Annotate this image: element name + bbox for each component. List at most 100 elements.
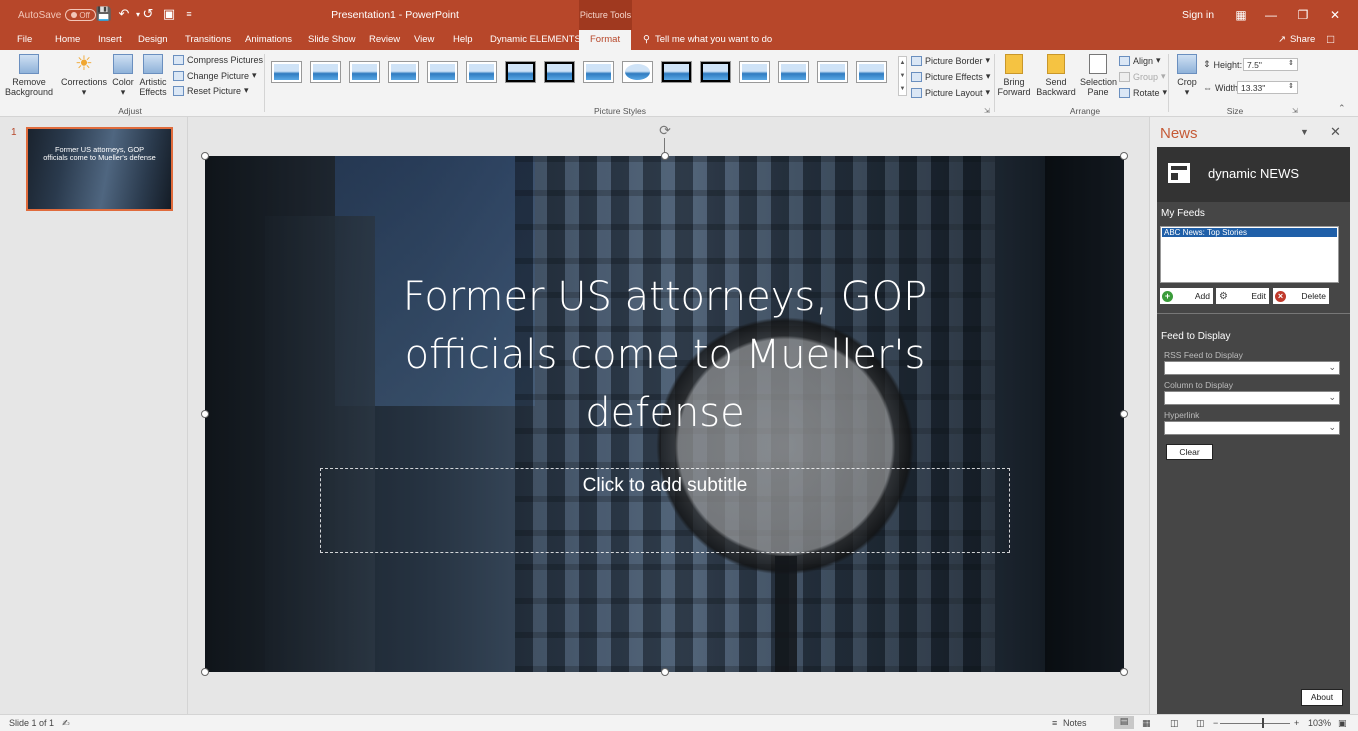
picture-style-metal-frame[interactable] xyxy=(661,61,692,83)
slideshow-icon[interactable]: ◫ xyxy=(1196,718,1205,729)
accessibility-icon[interactable]: ✍ xyxy=(62,718,70,729)
artistic-effects-button[interactable]: Artistic Effects xyxy=(138,54,168,97)
tab-design[interactable]: Design xyxy=(138,34,168,45)
selection-pane-button[interactable]: Selection Pane xyxy=(1080,54,1117,97)
edit-feed-button[interactable]: ⚙ Edit xyxy=(1216,288,1269,304)
tell-me-search[interactable]: ⚲ Tell me what you want to do xyxy=(643,34,772,45)
tab-file[interactable]: File xyxy=(17,34,32,45)
picture-style-beveled-oval[interactable] xyxy=(583,61,614,83)
about-button[interactable]: About xyxy=(1301,689,1343,706)
picture-style-simple-frame-black[interactable] xyxy=(544,61,575,83)
picture-style-simple-frame-white[interactable] xyxy=(271,61,302,83)
collapse-ribbon-icon[interactable]: ⌃ xyxy=(1338,103,1346,114)
crop-button[interactable]: Crop ▾ xyxy=(1172,54,1202,97)
feeds-list[interactable]: ABC News: Top Stories xyxy=(1160,226,1339,283)
column-select[interactable]: ⌄ xyxy=(1164,391,1340,405)
picture-style-bevel-perspective[interactable] xyxy=(856,61,887,83)
autosave-control[interactable]: AutoSave Off xyxy=(18,9,96,21)
zoom-level[interactable]: 103% xyxy=(1308,718,1331,728)
rss-feed-select[interactable]: ⌄ xyxy=(1164,361,1340,375)
rotate-handle-icon[interactable]: ⟳ xyxy=(657,122,673,138)
compress-pictures-button[interactable]: Compress Pictures xyxy=(173,55,263,65)
slide-title[interactable]: Former US attorneys, GOP officials come … xyxy=(335,268,995,442)
redo-icon[interactable]: ↺ xyxy=(140,6,156,22)
picture-style-rounded-diagonal[interactable] xyxy=(388,61,419,83)
width-input[interactable]: 13.33" ⇕ xyxy=(1237,81,1298,94)
picture-style-thick-matte-black[interactable] xyxy=(505,61,536,83)
corrections-button[interactable]: ☀ Corrections ▾ xyxy=(60,54,108,97)
tab-help[interactable]: Help xyxy=(453,34,473,45)
picture-style-center-shadow[interactable] xyxy=(700,61,731,83)
reading-view-icon[interactable]: ◫ xyxy=(1170,718,1179,729)
pane-options-icon[interactable]: ▼ xyxy=(1300,127,1309,137)
spinner-icon[interactable]: ⇕ xyxy=(1288,59,1294,67)
reset-picture-button[interactable]: Reset Picture ▾ xyxy=(173,85,249,96)
zoom-in-icon[interactable]: + xyxy=(1294,718,1299,728)
comments-icon[interactable]: □ xyxy=(1327,32,1334,46)
notes-button[interactable]: Notes xyxy=(1063,718,1087,728)
start-from-beginning-icon[interactable]: ▣ xyxy=(161,6,177,22)
bring-forward-button[interactable]: Bring Forward xyxy=(996,54,1032,97)
picture-styles-launcher-icon[interactable]: ⇲ xyxy=(984,107,990,115)
tab-animations[interactable]: Animations xyxy=(245,34,292,45)
picture-style-oval[interactable] xyxy=(622,61,653,83)
minimize-icon[interactable]: — xyxy=(1258,3,1284,27)
close-pane-icon[interactable]: ✕ xyxy=(1330,124,1341,140)
zoom-slider[interactable] xyxy=(1220,723,1290,724)
zoom-slider-thumb[interactable] xyxy=(1262,718,1264,728)
picture-style-double-frame[interactable] xyxy=(466,61,497,83)
tab-home[interactable]: Home xyxy=(55,34,80,45)
tab-format[interactable]: Format xyxy=(579,30,632,50)
color-button[interactable]: Color ▾ xyxy=(110,54,136,97)
subtitle-placeholder[interactable]: Click to add subtitle xyxy=(320,468,1010,553)
picture-style-soft-edge-oval[interactable] xyxy=(817,61,848,83)
resize-handle[interactable] xyxy=(661,152,669,160)
height-input[interactable]: 7.5" ⇕ xyxy=(1243,58,1298,71)
sign-in-link[interactable]: Sign in xyxy=(1182,9,1214,21)
send-backward-button[interactable]: Send Backward xyxy=(1035,54,1077,97)
normal-view-icon[interactable]: ▤ xyxy=(1114,716,1134,729)
picture-layout-button[interactable]: Picture Layout ▾ xyxy=(911,87,990,98)
picture-style-drop-shadow-rectangle[interactable] xyxy=(349,61,380,83)
tab-view[interactable]: View xyxy=(414,34,434,45)
hyperlink-select[interactable]: ⌄ xyxy=(1164,421,1340,435)
tab-insert[interactable]: Insert xyxy=(98,34,122,45)
resize-handle[interactable] xyxy=(1120,152,1128,160)
gallery-scroll[interactable]: ▲ ▼ ▼ xyxy=(898,56,907,96)
picture-effects-button[interactable]: Picture Effects ▾ xyxy=(911,71,990,82)
change-picture-button[interactable]: Change Picture ▾ xyxy=(173,70,257,81)
remove-background-button[interactable]: Remove Background xyxy=(3,54,55,97)
resize-handle[interactable] xyxy=(201,152,209,160)
picture-border-button[interactable]: Picture Border ▾ xyxy=(911,55,990,66)
notes-icon[interactable]: ≡ xyxy=(1052,718,1057,728)
close-icon[interactable]: ✕ xyxy=(1322,3,1348,27)
fit-to-window-icon[interactable]: ▣ xyxy=(1338,718,1347,729)
spinner-icon[interactable]: ⇕ xyxy=(1288,82,1294,90)
picture-style-beveled-matte-white[interactable] xyxy=(310,61,341,83)
tab-dynamic-elements[interactable]: Dynamic ELEMENTS xyxy=(490,34,581,45)
clear-button[interactable]: Clear xyxy=(1166,444,1213,460)
resize-handle[interactable] xyxy=(1120,410,1128,418)
picture-style-relaxed-perspective[interactable] xyxy=(778,61,809,83)
rotate-button[interactable]: Rotate ▾ xyxy=(1119,87,1167,98)
share-button[interactable]: ↗ Share xyxy=(1278,34,1315,45)
align-button[interactable]: Align ▾ xyxy=(1119,55,1161,66)
tab-review[interactable]: Review xyxy=(369,34,400,45)
customize-qat-icon[interactable]: ≡ xyxy=(181,6,197,22)
picture-style-perspective-shadow[interactable] xyxy=(739,61,770,83)
zoom-out-icon[interactable]: − xyxy=(1213,718,1218,728)
delete-feed-button[interactable]: × Delete xyxy=(1273,288,1329,304)
save-icon[interactable]: 💾 xyxy=(96,6,112,22)
tab-slide-show[interactable]: Slide Show xyxy=(308,34,356,45)
restore-icon[interactable]: ❐ xyxy=(1290,3,1316,27)
resize-handle[interactable] xyxy=(1120,668,1128,676)
slide-sorter-icon[interactable]: ▦ xyxy=(1142,718,1151,729)
list-item[interactable]: ABC News: Top Stories xyxy=(1162,228,1337,237)
add-feed-button[interactable]: + Add xyxy=(1160,288,1213,304)
ribbon-display-options-icon[interactable]: ▦ xyxy=(1228,3,1254,27)
tab-transitions[interactable]: Transitions xyxy=(185,34,231,45)
size-launcher-icon[interactable]: ⇲ xyxy=(1292,107,1298,115)
picture-style-soft-edge[interactable] xyxy=(427,61,458,83)
slide-thumbnail[interactable]: Former US attorneys, GOP officials come … xyxy=(26,127,173,211)
slide-canvas[interactable]: Former US attorneys, GOP officials come … xyxy=(205,156,1124,672)
